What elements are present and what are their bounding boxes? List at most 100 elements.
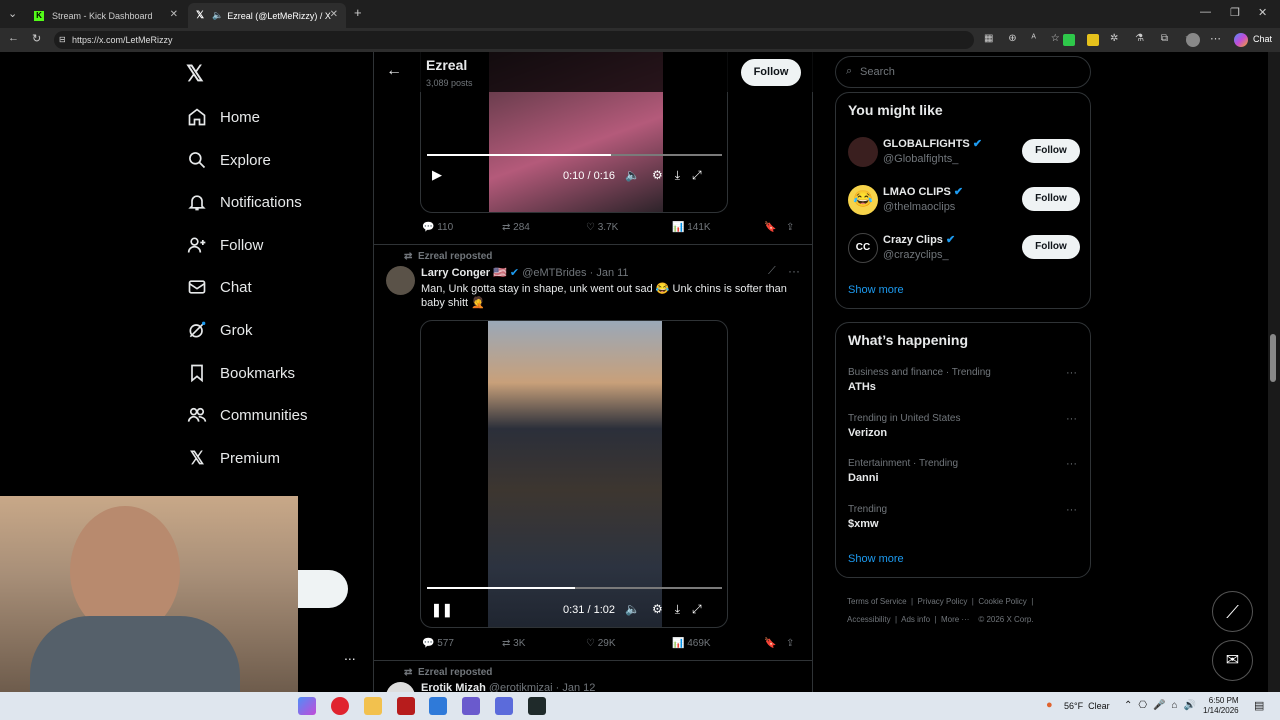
extension-icon[interactable] [1063,34,1075,46]
menu-icon[interactable]: ⋯ [1210,32,1221,45]
video-player[interactable]: ❚❚ 0:31 / 1:02 🔈⚙⤓⤢ [420,320,728,628]
share-icon[interactable]: ⇪ [786,638,794,649]
weather-text[interactable]: 56°F Clear [1064,701,1110,711]
more-icon[interactable]: ··· [788,264,800,278]
new-tab-icon[interactable]: + [354,5,362,20]
back-icon[interactable]: ← [8,32,19,44]
trend-item[interactable]: Entertainment · Trending Danni [848,458,958,484]
clock[interactable]: 6:50 PM 1/14/2026 [1203,696,1239,716]
bookmark-icon[interactable]: 🔖 [764,222,786,233]
avatar[interactable]: CC [848,233,878,263]
minimize-icon[interactable]: — [1200,6,1211,18]
repost-button[interactable]: ⇄ 3K [502,638,586,649]
close-icon[interactable]: ✕ [170,9,178,20]
copilot-icon[interactable] [298,697,316,715]
chat-button[interactable]: Chat [1253,34,1272,44]
url-field[interactable]: ⊟ https://x.com/LetMeRizzy [54,31,974,49]
tab-x-profile[interactable]: 𝕏 🔈 Ezreal (@LetMeRizzy) / X ✕ [188,3,346,28]
follow-button[interactable]: Follow [1022,235,1080,259]
system-tray-icons[interactable]: ⌃⎔🎤⌂🔊 [1124,700,1202,711]
views-button[interactable]: 📊 469K [672,638,764,649]
sidebar-item-home[interactable]: Home [186,97,260,137]
footer-link[interactable]: Ads info [901,615,930,624]
grok-fab-icon[interactable]: ⟋ [1212,591,1253,632]
follow-button[interactable]: Follow [1022,187,1080,211]
sidebar-item-follow[interactable]: Follow [186,225,263,265]
reply-button[interactable]: 💬 110 [422,222,502,233]
sidebar-item-bookmarks[interactable]: Bookmarks [186,353,295,393]
repost-button[interactable]: ⇄ 284 [502,222,586,233]
trend-item[interactable]: Trending in United States Verizon [848,413,960,439]
account-name[interactable]: Crazy Clips ✔ [883,233,955,246]
more-icon[interactable]: ··· [1066,458,1077,470]
video-progress-track[interactable] [427,587,722,589]
sidebar-item-communities[interactable]: Communities [186,395,308,435]
footer-link[interactable]: Privacy Policy [918,597,968,606]
footer-link[interactable]: Cookie Policy [978,597,1026,606]
account-name[interactable]: GLOBALFIGHTS ✔ [883,137,982,150]
like-button[interactable]: ♡ 29K [586,638,672,649]
profile-avatar[interactable] [1186,33,1200,47]
account-menu-icon[interactable]: ... [344,647,356,663]
more-icon[interactable]: ··· [1066,367,1077,379]
author-name[interactable]: Larry Conger [421,267,490,279]
more-icon[interactable]: ··· [1066,504,1077,516]
discord-icon[interactable] [495,697,513,715]
footer-link[interactable]: Accessibility [847,615,891,624]
account-name[interactable]: LMAO CLIPS ✔ [883,185,963,198]
bookmark-icon[interactable]: 🔖 [764,638,786,649]
sidebar-item-grok[interactable]: Grok [186,310,253,350]
like-button[interactable]: ♡ 3.7K [586,222,672,233]
tab-kick-dashboard[interactable]: K Stream - Kick Dashboard ✕ [26,3,186,28]
footer-link[interactable]: More ··· [941,615,969,624]
show-more-link[interactable]: Show more [848,553,904,565]
trend-item[interactable]: Business and finance · Trending ATHs [848,367,991,393]
follow-button[interactable]: Follow [1022,139,1080,163]
author-handle[interactable]: @eMTBrides [522,267,586,279]
sidebar-item-chat[interactable]: Chat [186,267,252,307]
avatar[interactable] [386,682,415,692]
back-arrow-icon[interactable]: ← [386,62,402,80]
author-handle[interactable]: @erotikmizai [489,682,553,692]
author-name[interactable]: Erotik Mizah [421,682,486,692]
x-logo-icon[interactable]: 𝕏 [186,61,204,87]
site-info-icon[interactable]: ⊟ [59,31,66,49]
app-icon[interactable] [528,697,546,715]
notifications-icon[interactable]: ▤ [1254,699,1264,712]
toolbar-icons[interactable]: ▦ ⊕ ᴬ ☆ [984,33,1066,44]
close-icon[interactable]: ✕ [330,9,338,20]
scrollbar-thumb[interactable] [1270,334,1276,382]
video-controls-icons[interactable]: 🔈⚙⤓⤢ [625,602,714,617]
footer-link[interactable]: Terms of Service [847,597,907,606]
sidebar-item-explore[interactable]: Explore [186,140,271,180]
grok-icon[interactable]: ⟋ [768,265,776,278]
app-icon[interactable] [429,697,447,715]
reply-button[interactable]: 💬 577 [422,638,502,649]
file-explorer-icon[interactable] [364,697,382,715]
follow-button[interactable]: Follow [741,59,801,86]
show-more-link[interactable]: Show more [848,284,904,296]
opera-icon[interactable] [331,697,349,715]
play-icon[interactable]: ▶ [432,167,442,183]
post-date[interactable]: · Jan 11 [590,267,629,279]
more-icon[interactable]: ··· [1066,413,1077,425]
tab-list-icon[interactable]: ⌄ [8,7,17,20]
restore-icon[interactable]: ❐ [1230,6,1240,19]
window-close-icon[interactable]: ✕ [1258,6,1267,19]
trend-item[interactable]: Trending $xmw [848,504,887,530]
messages-fab-icon[interactable]: ✉ [1212,640,1253,681]
video-progress-track[interactable] [427,154,722,156]
pause-icon[interactable]: ❚❚ [431,602,453,618]
sidebar-item-notifications[interactable]: Notifications [186,182,302,222]
views-button[interactable]: 📊 141K [672,222,764,233]
avatar[interactable] [848,137,878,167]
avatar[interactable] [386,266,415,295]
video-controls-icons[interactable]: 🔈⚙⤓⤢ [625,168,714,183]
copilot-icon[interactable] [1234,33,1248,47]
post-date[interactable]: · Jan 12 [556,682,596,692]
app-icon[interactable] [462,697,480,715]
share-icon[interactable]: ⇪ [786,222,794,233]
sidebar-item-premium[interactable]: 𝕏 Premium [186,438,280,478]
extension-icon[interactable] [1087,34,1099,46]
search-input[interactable]: ⌕ Search [835,56,1091,88]
